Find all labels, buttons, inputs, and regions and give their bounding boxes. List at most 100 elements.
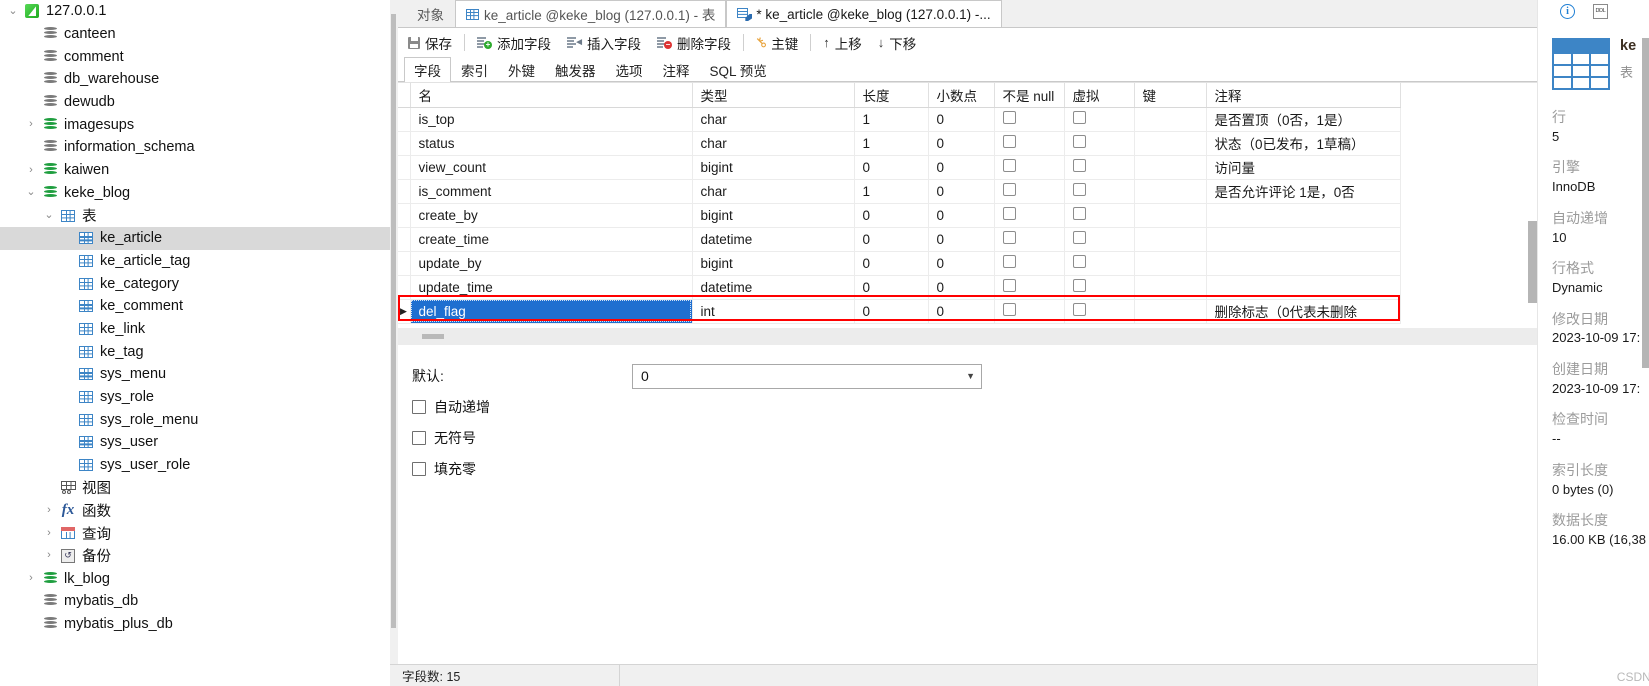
cell-field-name[interactable]: view_count bbox=[410, 155, 693, 180]
table-row[interactable]: update_by bigint 0 0 bbox=[398, 251, 1401, 276]
chevron-right-icon[interactable]: › bbox=[40, 527, 58, 539]
cell-field-comment[interactable]: 是否允许评论 1是，0否 bbox=[1206, 179, 1401, 204]
tree-item-information_schema[interactable]: information_schema bbox=[0, 136, 390, 159]
cell-field-comment[interactable] bbox=[1206, 275, 1401, 300]
cell-field-notnull[interactable] bbox=[994, 107, 1065, 132]
cell-field-length[interactable]: 1 bbox=[854, 179, 929, 204]
scrollbar-thumb[interactable] bbox=[1528, 221, 1537, 303]
tree-item-ke_article[interactable]: ke_article bbox=[0, 226, 390, 250]
subtab-2[interactable]: 外键 bbox=[498, 57, 545, 81]
cell-field-name[interactable]: create_time bbox=[410, 227, 693, 252]
primary-key-button[interactable]: ⚷ 主键 bbox=[748, 30, 806, 55]
delete-field-button[interactable]: − 删除字段 bbox=[649, 30, 739, 55]
cell-field-comment[interactable]: 状态（0已发布，1草稿） bbox=[1206, 131, 1401, 156]
cell-field-notnull[interactable] bbox=[994, 203, 1065, 228]
table-row[interactable]: view_count bigint 0 0 访问量 bbox=[398, 155, 1401, 180]
cell-field-notnull[interactable] bbox=[994, 131, 1065, 156]
tree-item-kaiwen[interactable]: › kaiwen bbox=[0, 159, 390, 182]
tree-item-keke_blog[interactable]: ⌄ keke_blog bbox=[0, 182, 390, 205]
cell-field-decimals[interactable]: 0 bbox=[928, 251, 995, 276]
panel-splitter[interactable] bbox=[398, 328, 1537, 345]
cell-field-comment[interactable] bbox=[1206, 251, 1401, 276]
cell-field-comment[interactable]: 删除标志（0代表未删除 bbox=[1206, 299, 1401, 324]
cell-field-notnull[interactable] bbox=[994, 179, 1065, 204]
cell-field-key[interactable] bbox=[1134, 251, 1207, 276]
cell-field-length[interactable]: 1 bbox=[854, 131, 929, 156]
cell-field-type[interactable]: bigint bbox=[692, 251, 855, 276]
cell-field-virtual[interactable] bbox=[1064, 155, 1135, 180]
chevron-right-icon[interactable]: › bbox=[22, 164, 40, 176]
cell-field-comment[interactable]: 访问量 bbox=[1206, 155, 1401, 180]
subtab-3[interactable]: 触发器 bbox=[545, 57, 606, 81]
chevron-right-icon[interactable]: › bbox=[22, 573, 40, 584]
cell-field-length[interactable]: 0 bbox=[854, 251, 929, 276]
grid-header-decimals[interactable]: 小数点 bbox=[928, 83, 995, 108]
fields-grid[interactable]: 名 类型 长度 小数点 不是 null 虚拟 键 注释 is_top char 1 0… bbox=[398, 83, 1401, 324]
fields-grid-container[interactable]: 名 类型 长度 小数点 不是 null 虚拟 键 注释 is_top char 1 0… bbox=[398, 82, 1537, 328]
cell-field-decimals[interactable]: 0 bbox=[928, 155, 995, 180]
move-down-button[interactable]: ↓ 下移 bbox=[870, 30, 925, 55]
chevron-down-icon[interactable]: ⌄ bbox=[40, 210, 58, 221]
chevron-right-icon[interactable]: › bbox=[40, 550, 58, 561]
info-icon[interactable]: i bbox=[1560, 3, 1575, 19]
tree-item-sys_role_menu[interactable]: sys_role_menu bbox=[0, 408, 390, 431]
cell-field-key[interactable] bbox=[1134, 203, 1207, 228]
tree-item-ke_category[interactable]: ke_category bbox=[0, 272, 390, 295]
cell-field-key[interactable] bbox=[1134, 227, 1207, 252]
ddl-icon[interactable]: DDL bbox=[1593, 3, 1608, 19]
cell-field-virtual[interactable] bbox=[1064, 131, 1135, 156]
cell-field-name[interactable]: update_time bbox=[410, 275, 693, 300]
cell-field-notnull[interactable] bbox=[994, 227, 1065, 252]
cell-field-length[interactable]: 1 bbox=[854, 107, 929, 132]
subtab-4[interactable]: 选项 bbox=[606, 57, 653, 81]
insert-field-button[interactable]: ◄ 插入字段 bbox=[559, 30, 649, 55]
cell-field-comment[interactable] bbox=[1206, 203, 1401, 228]
cell-field-virtual[interactable] bbox=[1064, 227, 1135, 252]
database-tree-sidebar[interactable]: ⌄ 127.0.0.1 canteen comment db_warehouse dewu… bbox=[0, 0, 390, 686]
tree-item-db_warehouse[interactable]: db_warehouse bbox=[0, 68, 390, 91]
auto-increment-checkbox-row[interactable]: 自动递增 bbox=[412, 391, 1537, 422]
notnull-checkbox[interactable] bbox=[1002, 279, 1016, 292]
save-button[interactable]: 保存 bbox=[400, 30, 460, 55]
virtual-checkbox[interactable] bbox=[1072, 111, 1086, 124]
tree-item-ke_link[interactable]: ke_link bbox=[0, 318, 390, 341]
cell-field-length[interactable]: 0 bbox=[854, 227, 929, 252]
grid-header-length[interactable]: 长度 bbox=[854, 83, 929, 108]
virtual-checkbox[interactable] bbox=[1072, 231, 1086, 244]
tree-item-comment[interactable]: comment bbox=[0, 45, 390, 68]
table-row[interactable]: is_comment char 1 0 是否允许评论 1是，0否 bbox=[398, 179, 1401, 204]
virtual-checkbox[interactable] bbox=[1072, 159, 1086, 172]
cell-field-type[interactable]: int bbox=[692, 299, 855, 324]
cell-field-key[interactable] bbox=[1134, 179, 1207, 204]
cell-field-type[interactable]: bigint bbox=[692, 155, 855, 180]
auto-increment-checkbox[interactable] bbox=[412, 399, 426, 414]
scrollbar-thumb[interactable] bbox=[1642, 38, 1649, 368]
cell-field-type[interactable]: char bbox=[692, 179, 855, 204]
cell-field-type[interactable]: char bbox=[692, 107, 855, 132]
notnull-checkbox[interactable] bbox=[1002, 207, 1016, 220]
cell-field-decimals[interactable]: 0 bbox=[928, 131, 995, 156]
table-row[interactable]: update_time datetime 0 0 bbox=[398, 275, 1401, 300]
virtual-checkbox[interactable] bbox=[1072, 183, 1086, 196]
tree-item-ke_tag[interactable]: ke_tag bbox=[0, 340, 390, 363]
cell-field-length[interactable]: 0 bbox=[854, 203, 929, 228]
notnull-checkbox[interactable] bbox=[1002, 111, 1016, 124]
cell-field-notnull[interactable] bbox=[994, 275, 1065, 300]
cell-field-type[interactable]: datetime bbox=[692, 275, 855, 300]
cell-field-key[interactable] bbox=[1134, 107, 1207, 132]
tree-item-sys_menu[interactable]: sys_menu bbox=[0, 363, 390, 386]
tree-item-127001[interactable]: ⌄ 127.0.0.1 bbox=[0, 0, 390, 23]
cell-field-name[interactable]: del_flag bbox=[410, 299, 693, 324]
tree-item-mybatis_db[interactable]: mybatis_db bbox=[0, 590, 390, 613]
info-panel-header[interactable]: i DDL bbox=[1538, 0, 1649, 22]
subtab-5[interactable]: 注释 bbox=[653, 57, 700, 81]
cell-field-name[interactable]: status bbox=[410, 131, 693, 156]
cell-field-key[interactable] bbox=[1134, 299, 1207, 324]
notnull-checkbox[interactable] bbox=[1002, 231, 1016, 244]
cell-field-virtual[interactable] bbox=[1064, 299, 1135, 324]
tree-item-[interactable]: › ↺ 备份 bbox=[0, 545, 390, 568]
cell-field-comment[interactable] bbox=[1206, 227, 1401, 252]
notnull-checkbox[interactable] bbox=[1002, 255, 1016, 268]
cell-field-decimals[interactable]: 0 bbox=[928, 227, 995, 252]
tree-item-[interactable]: › fx 函数 bbox=[0, 499, 390, 522]
